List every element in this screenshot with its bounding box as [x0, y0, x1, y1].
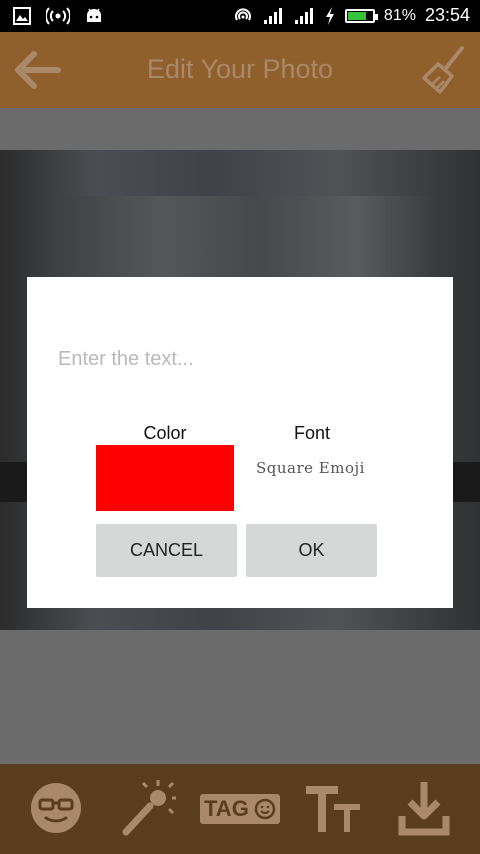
ok-button[interactable]: OK	[246, 524, 377, 577]
clock: 23:54	[424, 5, 470, 25]
page-title: Edit Your Photo	[146, 54, 334, 84]
charging-icon	[325, 6, 334, 25]
add-text-dialog: Color Font Square Emoji CANCEL OK	[27, 277, 453, 608]
battery-icon	[344, 8, 378, 23]
battery-level-fill	[347, 11, 366, 20]
app-toolbar: Edit Your Photo	[0, 32, 480, 108]
cancel-button[interactable]: CANCEL	[96, 524, 237, 577]
text-size-icon[interactable]	[300, 778, 364, 838]
nfc-icon	[234, 7, 251, 21]
font-selector[interactable]: Square Emoji	[256, 459, 365, 477]
color-picker-swatch[interactable]	[96, 445, 234, 511]
gallery-icon	[13, 7, 31, 25]
battery-percent: 81%	[383, 6, 416, 24]
font-label: Font	[293, 423, 331, 443]
hotspot-icon	[46, 7, 70, 25]
broom-icon[interactable]	[418, 44, 468, 96]
status-bar: 81% 23:54	[0, 0, 480, 32]
android-icon	[87, 8, 101, 22]
bottom-toolbar: TAG	[0, 764, 480, 854]
emoji-sticker-icon[interactable]	[26, 778, 86, 838]
tag-label: TAG	[204, 796, 249, 821]
magic-wand-icon[interactable]	[118, 778, 178, 838]
signal-icon	[263, 7, 282, 24]
smiley-icon	[254, 798, 276, 820]
tag-sticker-icon[interactable]: TAG	[200, 794, 280, 824]
download-icon[interactable]	[394, 778, 454, 838]
signal-icon	[294, 7, 313, 24]
text-input[interactable]	[58, 343, 418, 375]
color-label: Color	[143, 423, 187, 443]
